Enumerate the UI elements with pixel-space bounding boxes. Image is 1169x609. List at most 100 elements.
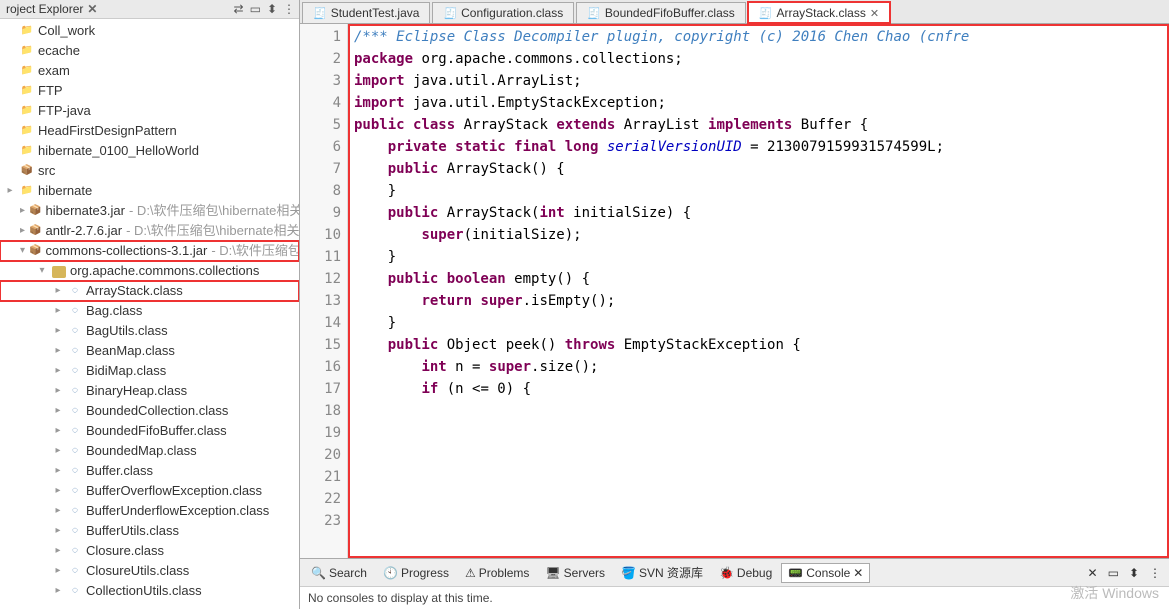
tree-node[interactable]: exam [0,61,299,81]
tree-node[interactable]: ▸BagUtils.class [0,321,299,341]
tree-node[interactable]: ▾commons-collections-3.1.jar - D:\软件压缩包 [0,241,299,261]
close-icon[interactable]: ✕ [853,566,863,580]
bottom-tab-label: Search [329,566,367,580]
tree-node[interactable]: ▸BeanMap.class [0,341,299,361]
tree-node[interactable]: ▾org.apache.commons.collections [0,261,299,281]
bottom-tab-debug[interactable]: 🐞Debug [712,563,779,583]
bottom-tab-search[interactable]: 🔍Search [304,563,374,583]
expand-twisty-icon[interactable]: ▸ [52,281,64,301]
tree-node[interactable]: ▸Closure.class [0,541,299,561]
code-viewport[interactable]: /*** Eclipse Class Decompiler plugin, co… [348,24,1169,558]
expand-twisty-icon[interactable]: ▸ [52,501,64,521]
tree-node[interactable]: ▸ BoundedFifoBuffer.class [0,421,299,441]
jar-icon [29,244,41,258]
tree-node[interactable]: ▸ClosureUtils.class [0,561,299,581]
expand-twisty-icon[interactable]: ▸ [52,481,64,501]
tree-node-label: FTP-java [38,101,91,121]
explorer-toolbar-icon[interactable]: ⋮ [283,2,295,16]
line-number: 9 [300,202,341,224]
tree-node[interactable]: ▸BufferOverflowException.class [0,481,299,501]
expand-twisty-icon[interactable]: ▸ [20,221,25,241]
expand-twisty-icon[interactable]: ▸ [52,341,64,361]
tree-node-label: ArrayStack.class [86,281,183,301]
tree-node-label: BoundedFifoBuffer.class [86,421,227,441]
cls-icon [68,344,82,358]
cls-icon [68,544,82,558]
expand-twisty-icon[interactable]: ▸ [52,381,64,401]
bottom-tab-problems[interactable]: ⚠Problems [458,563,536,583]
tree-node[interactable]: src [0,161,299,181]
expand-twisty-icon[interactable]: ▸ [52,301,64,321]
bottom-toolbar-icon[interactable]: ⬍ [1125,566,1143,580]
folder-icon [20,184,34,198]
expand-twisty-icon[interactable]: ▸ [52,541,64,561]
expand-twisty-icon[interactable]: ▾ [36,261,48,281]
line-number: 23 [300,510,341,532]
tree-node[interactable]: ▸BufferUtils.class [0,521,299,541]
expand-twisty-icon[interactable]: ▸ [52,521,64,541]
bottom-tab-svn 资源库[interactable]: 🪣SVN 资源库 [614,561,710,584]
tab-label: Configuration.class [461,6,563,20]
expand-twisty-icon[interactable]: ▸ [4,181,16,201]
tree-node[interactable]: ▸ hibernate [0,181,299,201]
expand-twisty-icon[interactable]: ▸ [52,361,64,381]
tree-node[interactable]: hibernate_0100_HelloWorld [0,141,299,161]
bottom-toolbar-icon[interactable]: ✕ [1084,566,1102,580]
explorer-close-icon[interactable]: ✕ [87,2,97,16]
bottom-tab-console[interactable]: 📟Console ✕ [781,563,870,583]
tree-node[interactable]: HeadFirstDesignPattern [0,121,299,141]
bottom-tab-icon: 🕙 [383,566,398,580]
line-number: 21 [300,466,341,488]
expand-twisty-icon[interactable]: ▾ [20,241,25,261]
tree-node-label: BufferUnderflowException.class [86,501,269,521]
expand-twisty-icon[interactable]: ▸ [52,581,64,601]
tree-node[interactable]: ▸BoundedCollection.class [0,401,299,421]
tree-node[interactable]: ▸ ArrayStack.class [0,281,299,301]
editor-tab[interactable]: Configuration.class [432,2,574,23]
tree-node[interactable]: Coll_work [0,21,299,41]
tree-node[interactable]: ▸BinaryHeap.class [0,381,299,401]
tree-node-label: hibernate [38,181,92,201]
expand-twisty-icon[interactable]: ▸ [52,321,64,341]
editor-tabs: StudentTest.java Configuration.class Bound… [300,0,1169,24]
tab-close-icon[interactable]: ✕ [870,7,879,20]
editor-tab[interactable]: BoundedFifoBuffer.class [576,2,746,23]
tree-node[interactable]: ▸Buffer.class [0,461,299,481]
cls-icon [68,564,82,578]
project-tree[interactable]: Coll_workecacheexamFTPFTP-javaHeadFirstD… [0,19,299,609]
tree-node[interactable]: ▸antlr-2.7.6.jar - D:\软件压缩包\hibernate相关 [0,221,299,241]
expand-twisty-icon[interactable]: ▸ [52,561,64,581]
tree-node[interactable]: ▸BidiMap.class [0,361,299,381]
tree-node[interactable]: ▸BoundedMap.class [0,441,299,461]
explorer-toolbar-icon[interactable]: ▭ [250,2,261,16]
bottom-tab-servers[interactable]: 🖥Servers [538,563,612,583]
tree-node-label: ecache [38,41,80,61]
tree-node[interactable]: ecache [0,41,299,61]
file-icon [759,6,773,20]
project-explorer-panel: roject Explorer ✕ ⇄▭⬍⋮ Coll_workecacheex… [0,0,300,609]
line-number: 15 [300,334,341,356]
expand-twisty-icon[interactable]: ▸ [20,201,25,221]
tree-node[interactable]: ▸hibernate3.jar - D:\软件压缩包\hibernate相关 [0,201,299,221]
tree-node[interactable]: ▸CollectionUtils.class [0,581,299,601]
editor-tab[interactable]: StudentTest.java [302,2,430,23]
cls-icon [68,584,82,598]
tree-node[interactable]: ▸Bag.class [0,301,299,321]
editor-tab[interactable]: ArrayStack.class✕ [748,2,890,23]
expand-twisty-icon[interactable]: ▸ [52,461,64,481]
tree-node[interactable]: FTP-java [0,101,299,121]
pkg-icon [52,266,66,276]
expand-twisty-icon[interactable]: ▸ [52,401,64,421]
bottom-toolbar-icon[interactable]: ⋮ [1145,566,1165,580]
folder-icon [20,144,34,158]
tree-node[interactable]: ▸ BufferUnderflowException.class [0,501,299,521]
tree-node-label: commons-collections-3.1.jar [45,241,207,261]
expand-twisty-icon[interactable]: ▸ [52,421,64,441]
tree-node[interactable]: FTP [0,81,299,101]
explorer-toolbar-icon[interactable]: ⇄ [234,2,244,16]
bottom-toolbar-icon[interactable]: ▭ [1104,566,1123,580]
line-number: 5 [300,114,341,136]
explorer-toolbar-icon[interactable]: ⬍ [267,2,277,16]
expand-twisty-icon[interactable]: ▸ [52,441,64,461]
bottom-tab-progress[interactable]: 🕙Progress [376,563,456,583]
